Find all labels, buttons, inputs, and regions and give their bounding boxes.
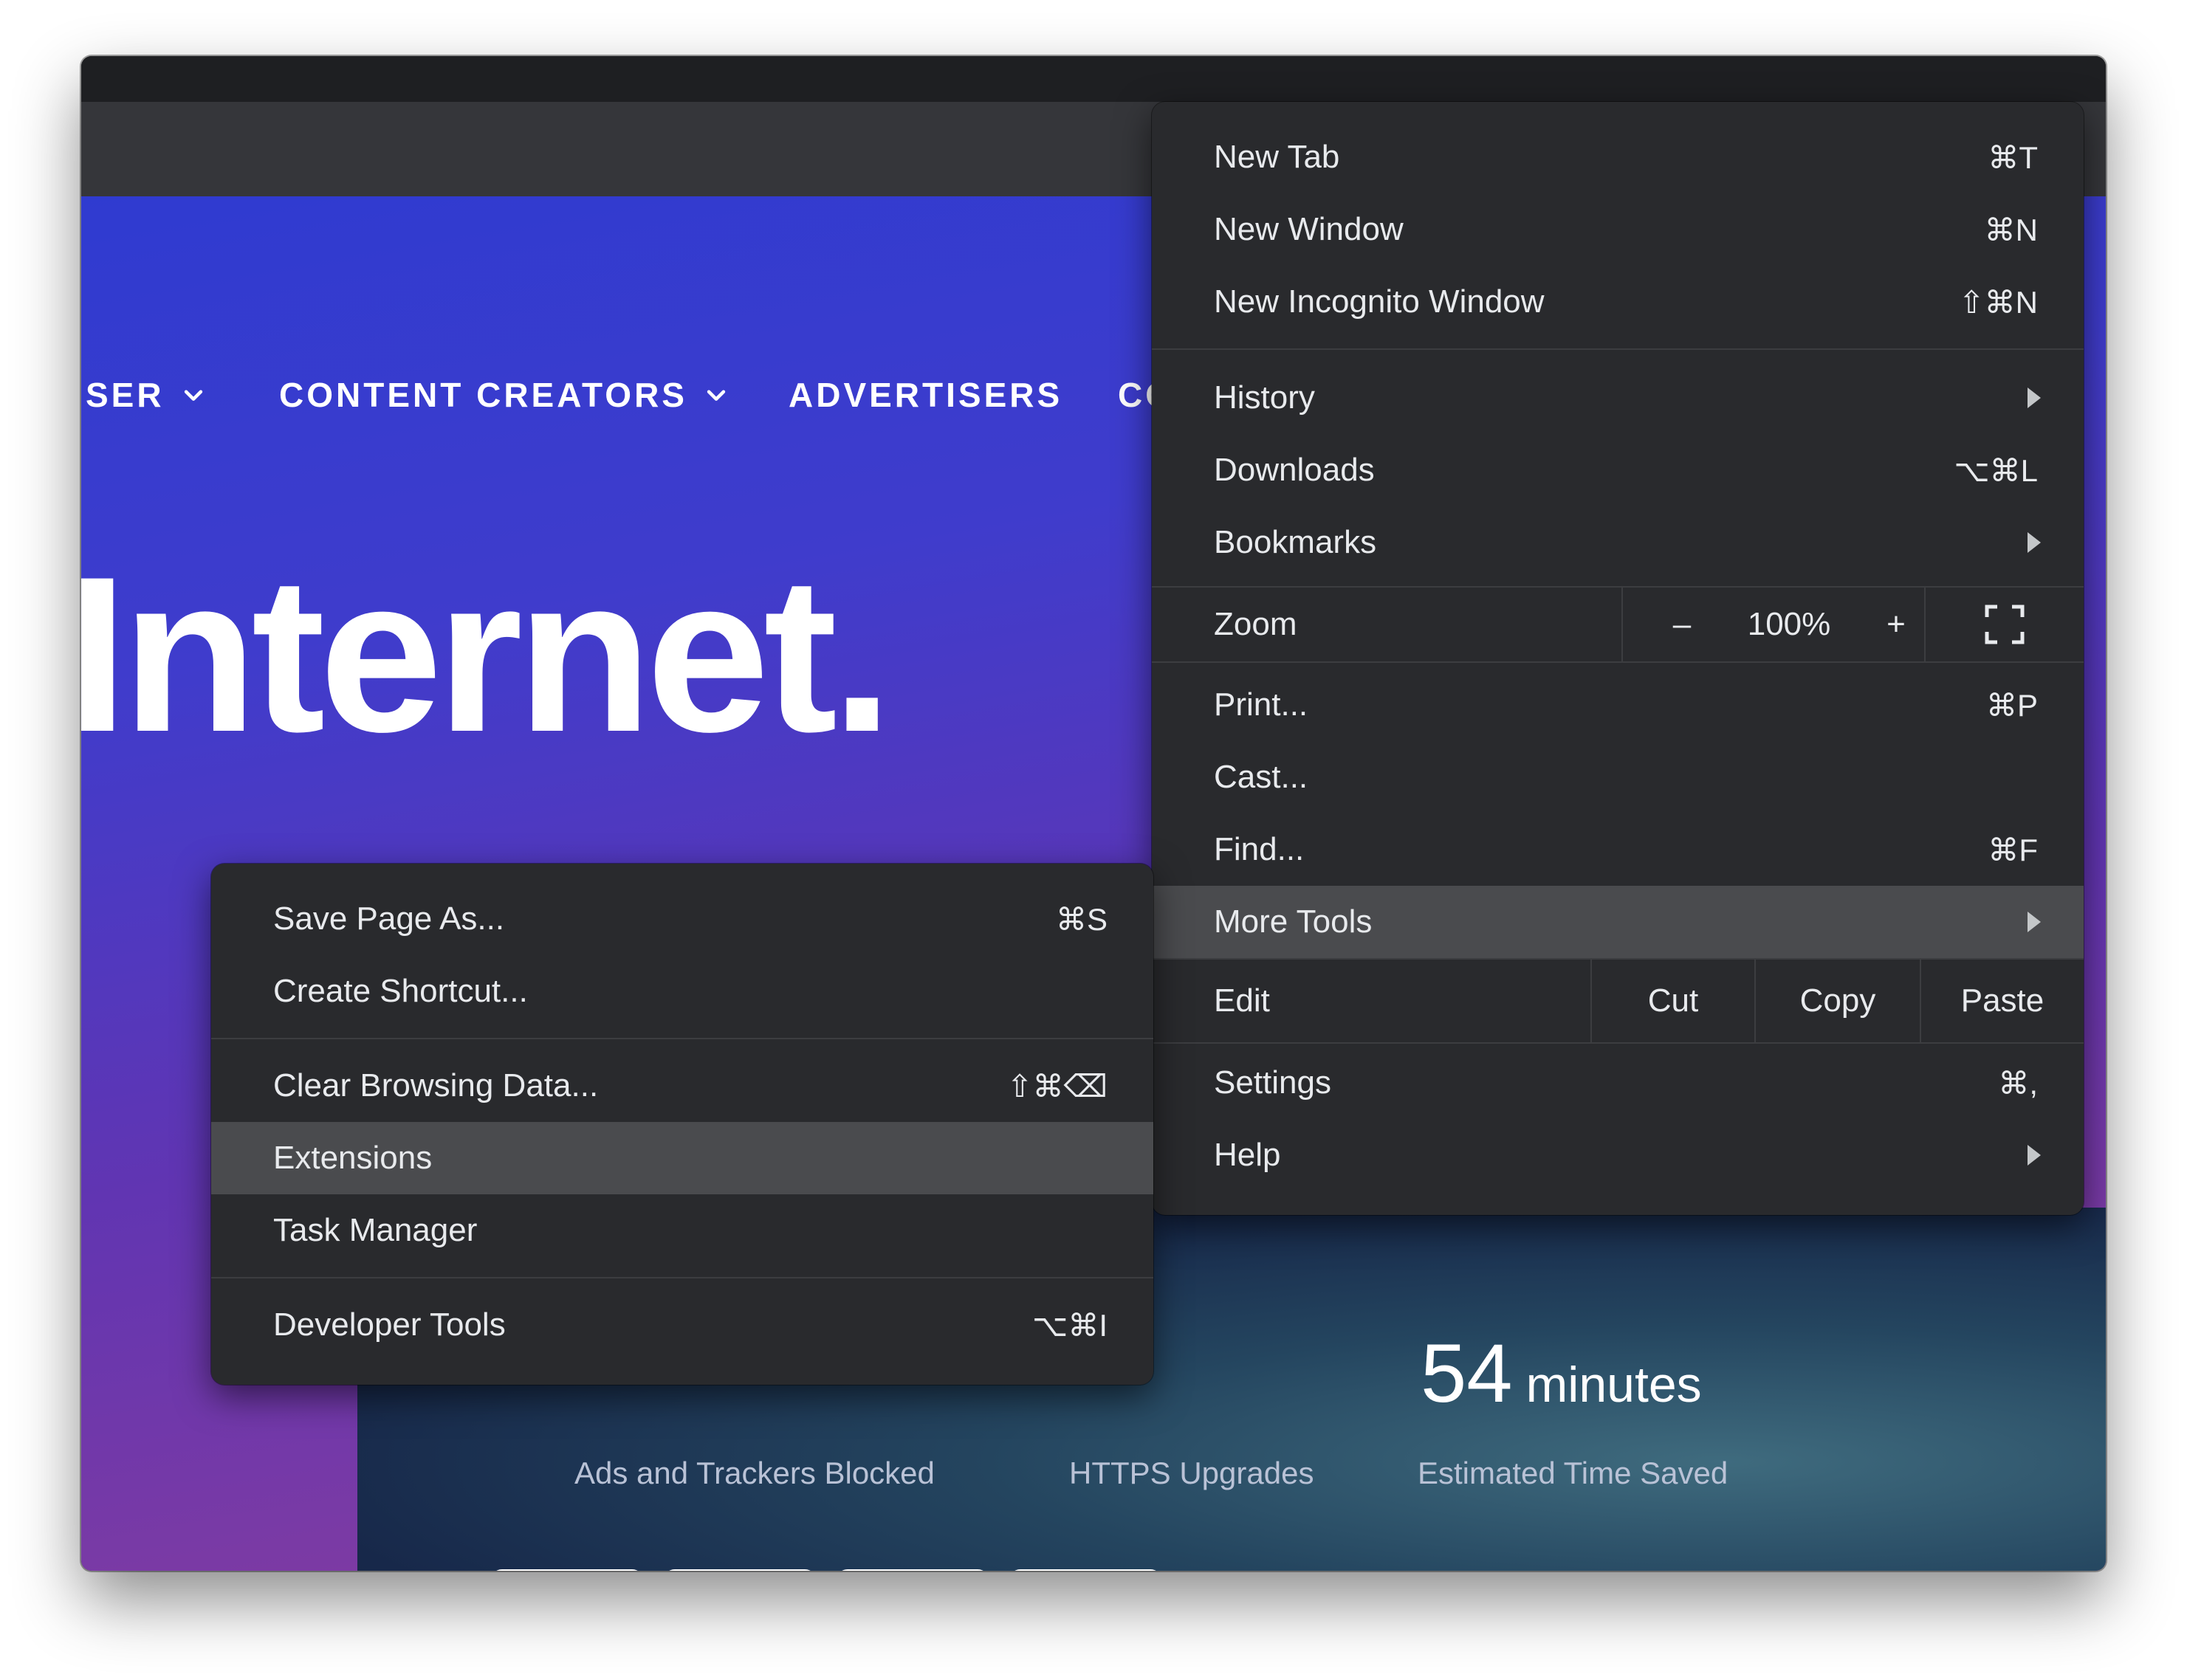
- menu-item-clear-browsing-data[interactable]: Clear Browsing Data... ⇧⌘⌫: [211, 1050, 1153, 1122]
- shortcut-label: ⌘,: [1998, 1065, 2038, 1101]
- shortcut-label: ⌥⌘L: [1954, 452, 2038, 488]
- submenu-arrow-icon: [2028, 388, 2041, 408]
- nav-item-label: SER: [86, 376, 165, 414]
- site-tile[interactable]: [1009, 1569, 1162, 1571]
- site-logo-icon: [663, 1569, 817, 1571]
- submenu-arrow-icon: [2028, 532, 2041, 553]
- title-bar: [81, 56, 2106, 102]
- nav-item-browser[interactable]: SER: [86, 375, 206, 415]
- site-tile[interactable]: [663, 1569, 817, 1571]
- zoom-divider: [1621, 588, 1623, 661]
- wikipedia-logo-icon: [1009, 1569, 1162, 1571]
- nav-item-label: CONTENT CREATORS: [279, 376, 687, 414]
- menu-separator: [1152, 661, 2084, 663]
- site-tile[interactable]: [836, 1569, 989, 1571]
- nav-item-content-creators[interactable]: CONTENT CREATORS: [279, 375, 729, 415]
- menu-separator: [211, 1038, 1153, 1039]
- time-saved-value: 54: [1421, 1327, 1513, 1419]
- menu-item-bookmarks[interactable]: Bookmarks: [1152, 506, 2084, 579]
- shortcut-label: ⌥⌘I: [1031, 1307, 1108, 1343]
- time-saved-unit: minutes: [1525, 1357, 1702, 1413]
- fullscreen-icon: [1985, 605, 2025, 644]
- stat-label-time-saved: Estimated Time Saved: [1418, 1456, 1728, 1490]
- browser-window: SER CONTENT CREATORS ADVERTISERS CO Inte…: [81, 56, 2106, 1571]
- shortcut-label: ⌘P: [1985, 687, 2038, 723]
- fullscreen-button[interactable]: [1942, 588, 2067, 661]
- menu-item-task-manager[interactable]: Task Manager: [211, 1194, 1153, 1267]
- shortcut-label: ⌘T: [1988, 140, 2038, 175]
- menu-item-downloads[interactable]: Downloads ⌥⌘L: [1152, 434, 2084, 506]
- menu-item-print[interactable]: Print... ⌘P: [1152, 669, 2084, 741]
- stat-label-ads-blocked: Ads and Trackers Blocked: [574, 1456, 935, 1490]
- submenu-arrow-icon: [2028, 1145, 2041, 1166]
- menu-separator: [1152, 348, 2084, 350]
- menu-item-find[interactable]: Find... ⌘F: [1152, 813, 2084, 886]
- hero-heading: Internet.: [81, 530, 893, 778]
- menu-item-developer-tools[interactable]: Developer Tools ⌥⌘I: [211, 1289, 1153, 1361]
- shortcut-label: ⇧⌘N: [1958, 284, 2038, 320]
- menu-item-create-shortcut[interactable]: Create Shortcut...: [211, 955, 1153, 1027]
- menu-item-new-incognito-window[interactable]: New Incognito Window ⇧⌘N: [1152, 266, 2084, 338]
- shortcut-label: ⇧⌘⌫: [1006, 1068, 1108, 1104]
- site-logo-icon: [836, 1569, 989, 1571]
- nav-item-label: ADVERTISERS: [789, 376, 1063, 414]
- paste-button[interactable]: Paste: [1921, 960, 2084, 1042]
- menu-item-settings[interactable]: Settings ⌘,: [1152, 1047, 2084, 1119]
- submenu-arrow-icon: [2028, 912, 2041, 932]
- menu-item-more-tools[interactable]: More Tools: [1152, 886, 2084, 958]
- site-logo-icon: [490, 1569, 644, 1571]
- zoom-divider: [1924, 588, 1926, 661]
- menu-item-new-tab[interactable]: New Tab ⌘T: [1152, 121, 2084, 193]
- menu-separator: [1152, 1042, 2084, 1044]
- shortcut-label: ⌘F: [1988, 832, 2038, 867]
- chrome-main-menu: New Tab ⌘T New Window ⌘N New Incognito W…: [1152, 102, 2084, 1215]
- chevron-down-icon: [184, 390, 202, 401]
- menu-item-cast[interactable]: Cast...: [1152, 741, 2084, 813]
- menu-separator: [211, 1277, 1153, 1278]
- menu-item-help[interactable]: Help: [1152, 1119, 2084, 1191]
- zoom-in-button[interactable]: +: [1852, 588, 1940, 661]
- menu-item-save-page-as[interactable]: Save Page As... ⌘S: [211, 883, 1153, 955]
- cut-button[interactable]: Cut: [1592, 960, 1754, 1042]
- more-tools-submenu: Save Page As... ⌘S Create Shortcut... Cl…: [211, 864, 1153, 1385]
- nav-item-advertisers[interactable]: ADVERTISERS: [789, 375, 1062, 415]
- zoom-out-button[interactable]: –: [1638, 588, 1726, 661]
- copy-button[interactable]: Copy: [1756, 960, 1920, 1042]
- time-saved-stat: 54 minutes: [1421, 1326, 1702, 1421]
- zoom-level: 100%: [1747, 606, 1831, 642]
- menu-item-new-window[interactable]: New Window ⌘N: [1152, 193, 2084, 266]
- shortcut-label: ⌘S: [1055, 901, 1108, 937]
- stat-label-https-upgrades: HTTPS Upgrades: [1069, 1456, 1314, 1490]
- chevron-down-icon: [707, 390, 726, 401]
- menu-item-history[interactable]: History: [1152, 362, 2084, 434]
- menu-item-extensions[interactable]: Extensions: [211, 1122, 1153, 1194]
- site-tile[interactable]: [490, 1569, 644, 1571]
- shortcut-label: ⌘N: [1984, 212, 2038, 247]
